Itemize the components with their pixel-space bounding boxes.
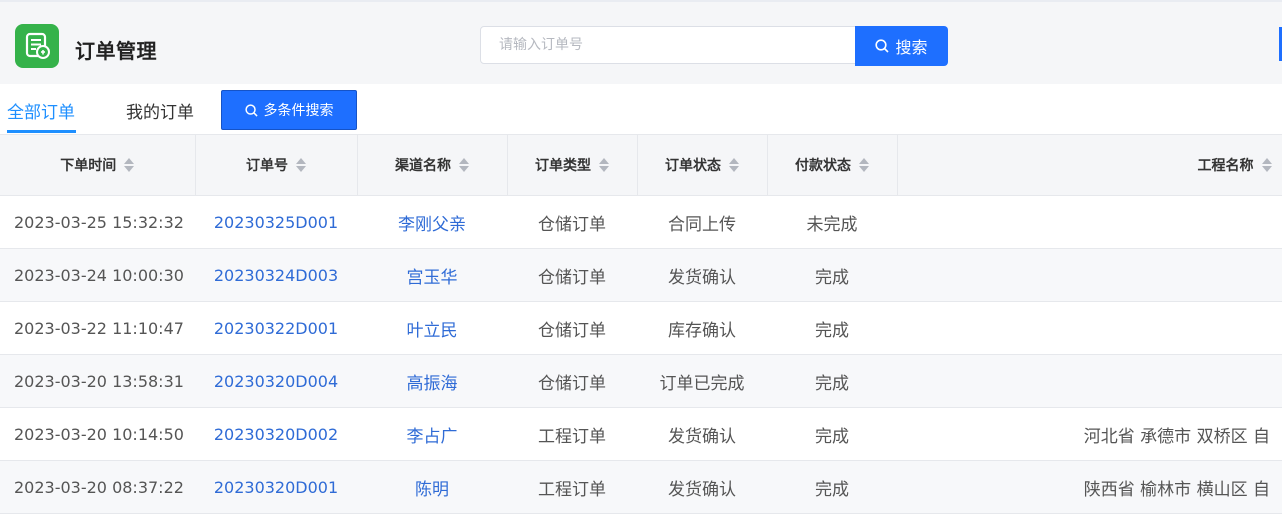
order-type: 仓储订单: [507, 354, 637, 408]
order-status: 发货确认: [637, 248, 767, 302]
sort-icon[interactable]: [124, 158, 135, 172]
order-number-link[interactable]: 20230324D003: [195, 248, 357, 302]
table-row[interactable]: 2023-03-20 10:14:50 20230320D002 李占广 工程订…: [0, 407, 1282, 461]
order-type: 仓储订单: [507, 248, 637, 302]
order-time: 2023-03-20 08:37:22: [0, 460, 195, 514]
search-icon: [244, 103, 258, 117]
order-status: 发货确认: [637, 460, 767, 514]
channel-name-link[interactable]: 高振海: [357, 354, 507, 408]
orders-table: 下单时间 订单号 渠道名称 订单类型 订单状态 付款状态 工程名称 2023-0…: [0, 134, 1282, 514]
channel-name-link[interactable]: 宫玉华: [357, 248, 507, 302]
order-time: 2023-03-20 13:58:31: [0, 354, 195, 408]
payment-status: 完成: [767, 248, 897, 302]
column-header-project-name[interactable]: 工程名称: [897, 134, 1282, 196]
channel-name-link[interactable]: 陈明: [357, 460, 507, 514]
order-time: 2023-03-24 10:00:30: [0, 248, 195, 302]
order-status: 发货确认: [637, 407, 767, 461]
column-header-order-no[interactable]: 订单号: [195, 134, 358, 196]
order-number-link[interactable]: 20230320D001: [195, 460, 357, 514]
search-icon: [875, 39, 890, 53]
sort-icon[interactable]: [729, 158, 739, 172]
tab-all-orders[interactable]: 全部订单: [7, 98, 75, 123]
project-name: [897, 195, 1282, 249]
order-time: 2023-03-22 11:10:47: [0, 301, 195, 355]
column-header-order-time[interactable]: 下单时间: [0, 134, 196, 196]
order-list-icon: [15, 24, 59, 68]
payment-status: 完成: [767, 354, 897, 408]
project-name: 河北省 承德市 双桥区 自: [897, 407, 1282, 461]
search-button-label: 搜索: [895, 38, 928, 57]
channel-name-link[interactable]: 李刚父亲: [357, 195, 507, 249]
order-time: 2023-03-20 10:14:50: [0, 407, 195, 461]
table-row[interactable]: 2023-03-25 15:32:32 20230325D001 李刚父亲 仓储…: [0, 195, 1282, 249]
sort-icon[interactable]: [599, 158, 609, 172]
page-title: 订单管理: [75, 39, 157, 63]
active-tab-indicator: [7, 130, 76, 133]
order-status: 库存确认: [637, 301, 767, 355]
project-name: [897, 354, 1282, 408]
table-row[interactable]: 2023-03-22 11:10:47 20230322D001 叶立民 仓储订…: [0, 301, 1282, 355]
column-header-payment-status[interactable]: 付款状态: [767, 134, 898, 196]
table-header-row: 下单时间 订单号 渠道名称 订单类型 订单状态 付款状态 工程名称: [0, 134, 1282, 196]
order-status: 订单已完成: [637, 354, 767, 408]
order-number-link[interactable]: 20230325D001: [195, 195, 357, 249]
order-type: 工程订单: [507, 407, 637, 461]
order-tabs: 全部订单 我的订单 多条件搜索: [0, 84, 1282, 134]
column-header-order-status[interactable]: 订单状态: [637, 134, 768, 196]
order-number-link[interactable]: 20230320D004: [195, 354, 357, 408]
search-button[interactable]: 搜索: [855, 26, 948, 66]
payment-status: 未完成: [767, 195, 897, 249]
order-time: 2023-03-25 15:32:32: [0, 195, 195, 249]
project-name: [897, 301, 1282, 355]
multi-condition-search-button[interactable]: 多条件搜索: [221, 90, 357, 130]
order-type: 仓储订单: [507, 195, 637, 249]
payment-status: 完成: [767, 460, 897, 514]
tab-my-orders[interactable]: 我的订单: [126, 98, 194, 123]
table-row[interactable]: 2023-03-20 13:58:31 20230320D004 高振海 仓储订…: [0, 354, 1282, 408]
table-row[interactable]: 2023-03-24 10:00:30 20230324D003 宫玉华 仓储订…: [0, 248, 1282, 302]
project-name: [897, 248, 1282, 302]
payment-status: 完成: [767, 301, 897, 355]
channel-name-link[interactable]: 叶立民: [357, 301, 507, 355]
column-header-channel[interactable]: 渠道名称: [357, 134, 508, 196]
order-status: 合同上传: [637, 195, 767, 249]
sort-icon[interactable]: [296, 158, 306, 172]
sort-icon[interactable]: [459, 158, 469, 172]
app-header: 订单管理 搜索: [0, 2, 1282, 84]
project-name: 陕西省 榆林市 横山区 自: [897, 460, 1282, 514]
payment-status: 完成: [767, 407, 897, 461]
column-header-order-type[interactable]: 订单类型: [507, 134, 638, 196]
channel-name-link[interactable]: 李占广: [357, 407, 507, 461]
multi-search-label: 多条件搜索: [263, 103, 334, 119]
order-type: 工程订单: [507, 460, 637, 514]
sort-icon[interactable]: [1261, 158, 1272, 172]
order-type: 仓储订单: [507, 301, 637, 355]
order-number-link[interactable]: 20230322D001: [195, 301, 357, 355]
order-search-input[interactable]: [480, 26, 856, 64]
table-row[interactable]: 2023-03-20 08:37:22 20230320D001 陈明 工程订单…: [0, 460, 1282, 514]
order-number-link[interactable]: 20230320D002: [195, 407, 357, 461]
sort-icon[interactable]: [859, 158, 869, 172]
